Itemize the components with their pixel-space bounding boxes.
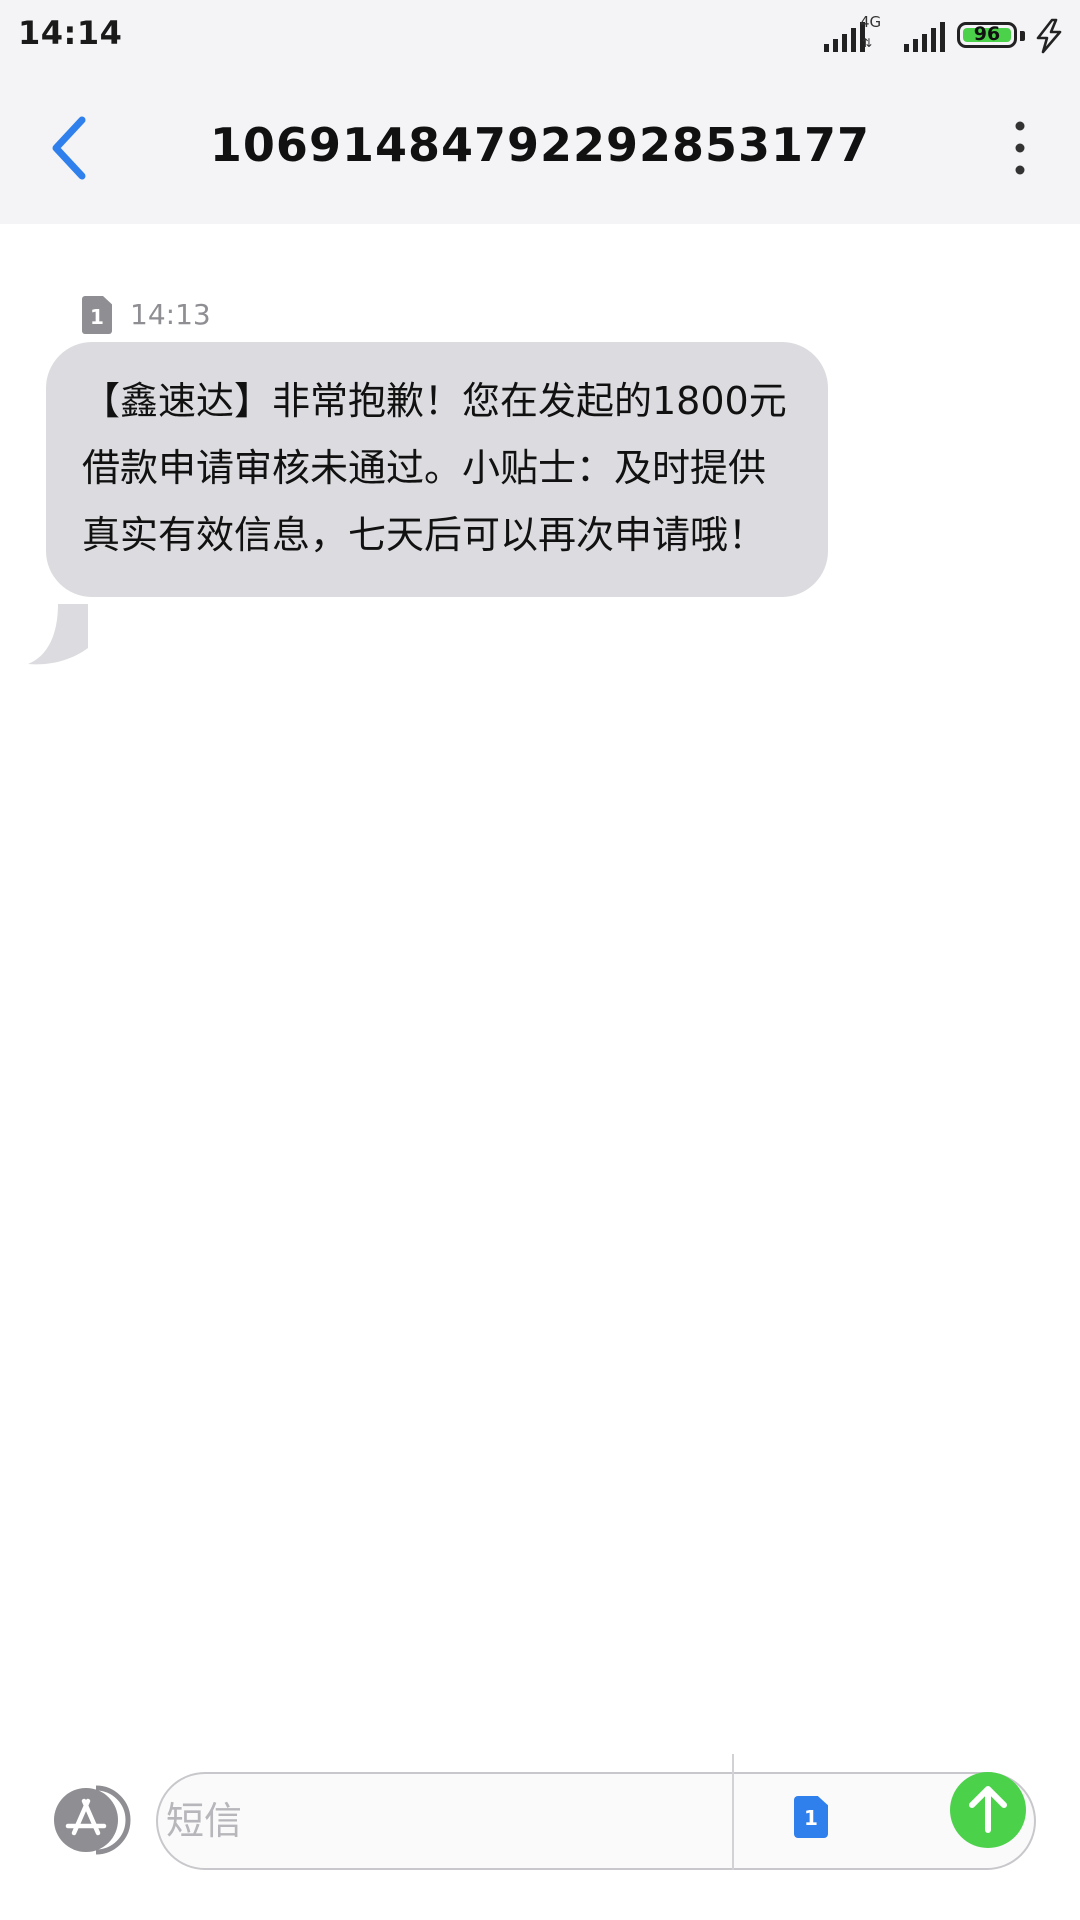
message-text: 【鑫速达】非常抱歉！您在发起的1800元借款申请审核未通过。小贴士：及时提供真实… bbox=[82, 379, 787, 557]
bubble-tail bbox=[28, 604, 88, 665]
message-input-container: 1 bbox=[156, 1754, 1036, 1870]
signal-4g-icon bbox=[904, 22, 945, 52]
app-store-icon bbox=[54, 1785, 131, 1855]
sim-select-button[interactable]: 1 bbox=[794, 1796, 830, 1840]
input-divider bbox=[732, 1754, 734, 1870]
battery-icon: 96 bbox=[957, 22, 1017, 48]
data-arrows-icon: ⇅ bbox=[862, 36, 873, 50]
message-list[interactable]: 1 14:13 【鑫速达】非常抱歉！您在发起的1800元借款申请审核未通过。小贴… bbox=[0, 224, 1080, 1744]
send-button[interactable] bbox=[950, 1772, 1026, 1848]
message-bubble[interactable]: 【鑫速达】非常抱歉！您在发起的1800元借款申请审核未通过。小贴士：及时提供真实… bbox=[46, 342, 828, 597]
battery-level: 96 bbox=[973, 23, 1001, 45]
sim-select-label: 1 bbox=[804, 1806, 818, 1830]
charging-icon bbox=[1036, 18, 1062, 54]
apps-button[interactable] bbox=[44, 1784, 140, 1856]
sim-card-icon: 1 bbox=[82, 296, 112, 334]
message-timestamp: 14:13 bbox=[130, 298, 211, 331]
sim-card-icon: 1 bbox=[794, 1796, 828, 1838]
more-vertical-icon bbox=[1015, 121, 1025, 175]
message-input[interactable] bbox=[158, 1774, 730, 1868]
sim-slot-label: 1 bbox=[90, 305, 104, 329]
network-type-label: 4G bbox=[860, 13, 882, 31]
battery-cap bbox=[1020, 31, 1025, 41]
more-options-button[interactable] bbox=[1000, 116, 1040, 180]
compose-bar: 1 bbox=[0, 1744, 1080, 1920]
conversation-header: 10691484792292853177 bbox=[0, 72, 1080, 224]
contact-number-title: 10691484792292853177 bbox=[209, 118, 871, 172]
arrow-up-icon bbox=[969, 1786, 1007, 1833]
status-bar: 14:14 4G ⇅ 96 bbox=[0, 0, 1080, 72]
status-time: 14:14 bbox=[18, 14, 123, 52]
